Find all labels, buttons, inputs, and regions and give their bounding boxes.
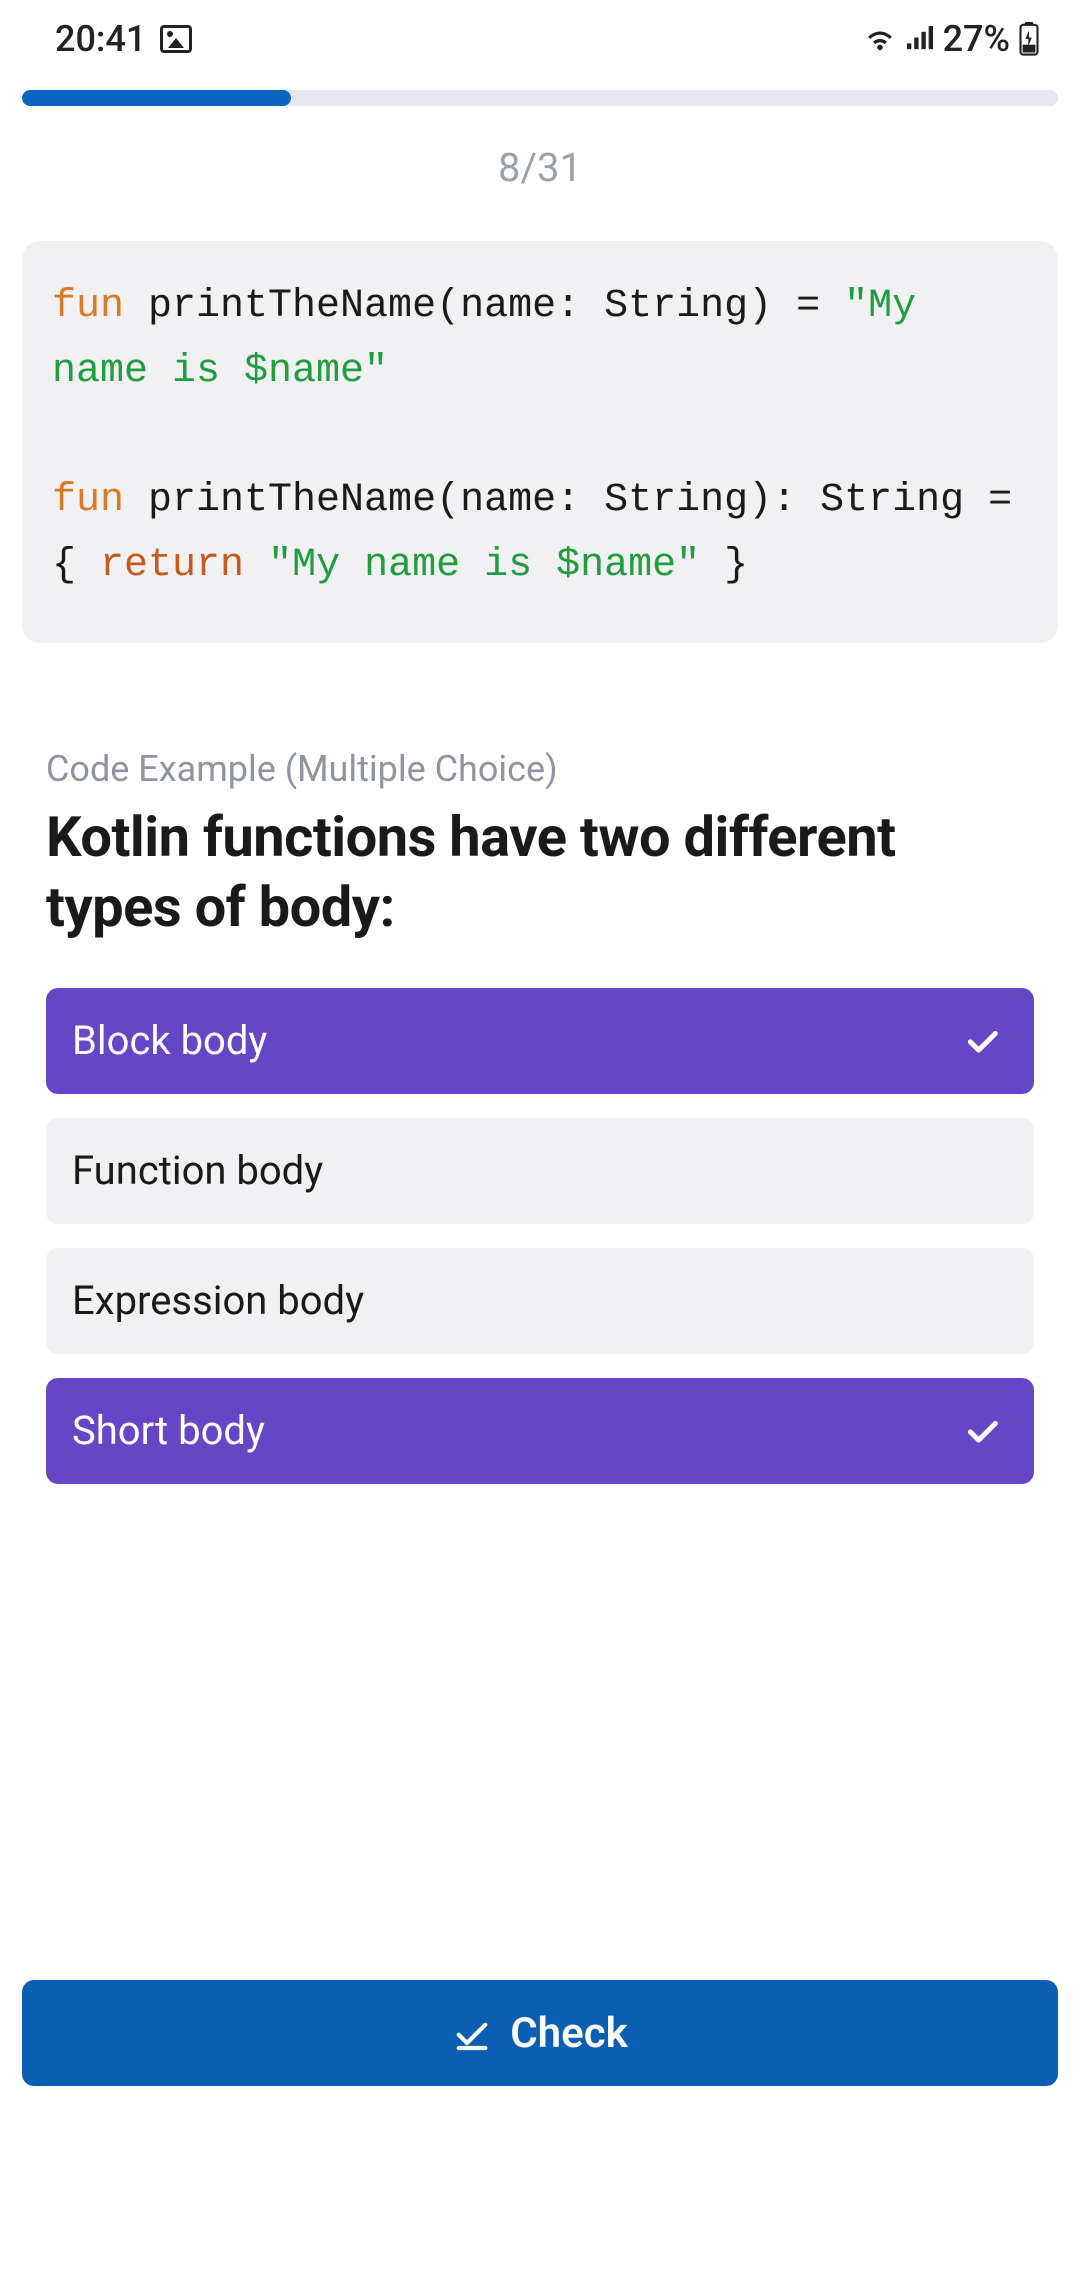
status-right: 27% (863, 18, 1040, 60)
option-3[interactable]: Short body (46, 1378, 1034, 1484)
signal-icon (905, 26, 935, 52)
question-counter: 8/31 (0, 144, 1080, 191)
option-label: Block body (72, 1017, 267, 1064)
status-time: 20:41 (55, 18, 146, 60)
option-0[interactable]: Block body (46, 988, 1034, 1094)
checkmark-icon (962, 1411, 1002, 1451)
battery-icon (1018, 22, 1040, 56)
question-text: Kotlin functions have two different type… (46, 802, 1034, 942)
check-button-label: Check (510, 2009, 628, 2058)
battery-pct: 27% (943, 18, 1010, 60)
code-snippet: fun printTheName(name: String) = "My nam… (22, 241, 1058, 643)
section-label: Code Example (Multiple Choice) (46, 748, 1034, 790)
progress-bar-fill (22, 90, 291, 106)
option-label: Expression body (72, 1277, 364, 1324)
option-label: Function body (72, 1147, 323, 1194)
option-1[interactable]: Function body (46, 1118, 1034, 1224)
progress-bar (22, 90, 1058, 106)
status-bar: 20:41 27% (0, 0, 1080, 72)
option-2[interactable]: Expression body (46, 1248, 1034, 1354)
check-underline-icon (452, 2013, 492, 2053)
wifi-icon (863, 25, 897, 53)
status-left: 20:41 (55, 18, 192, 60)
options-list: Block body Function body Expression body Sh… (46, 988, 1034, 1484)
checkmark-icon (962, 1021, 1002, 1061)
image-icon (160, 25, 192, 53)
check-button[interactable]: Check (22, 1980, 1058, 2086)
option-label: Short body (72, 1407, 265, 1454)
